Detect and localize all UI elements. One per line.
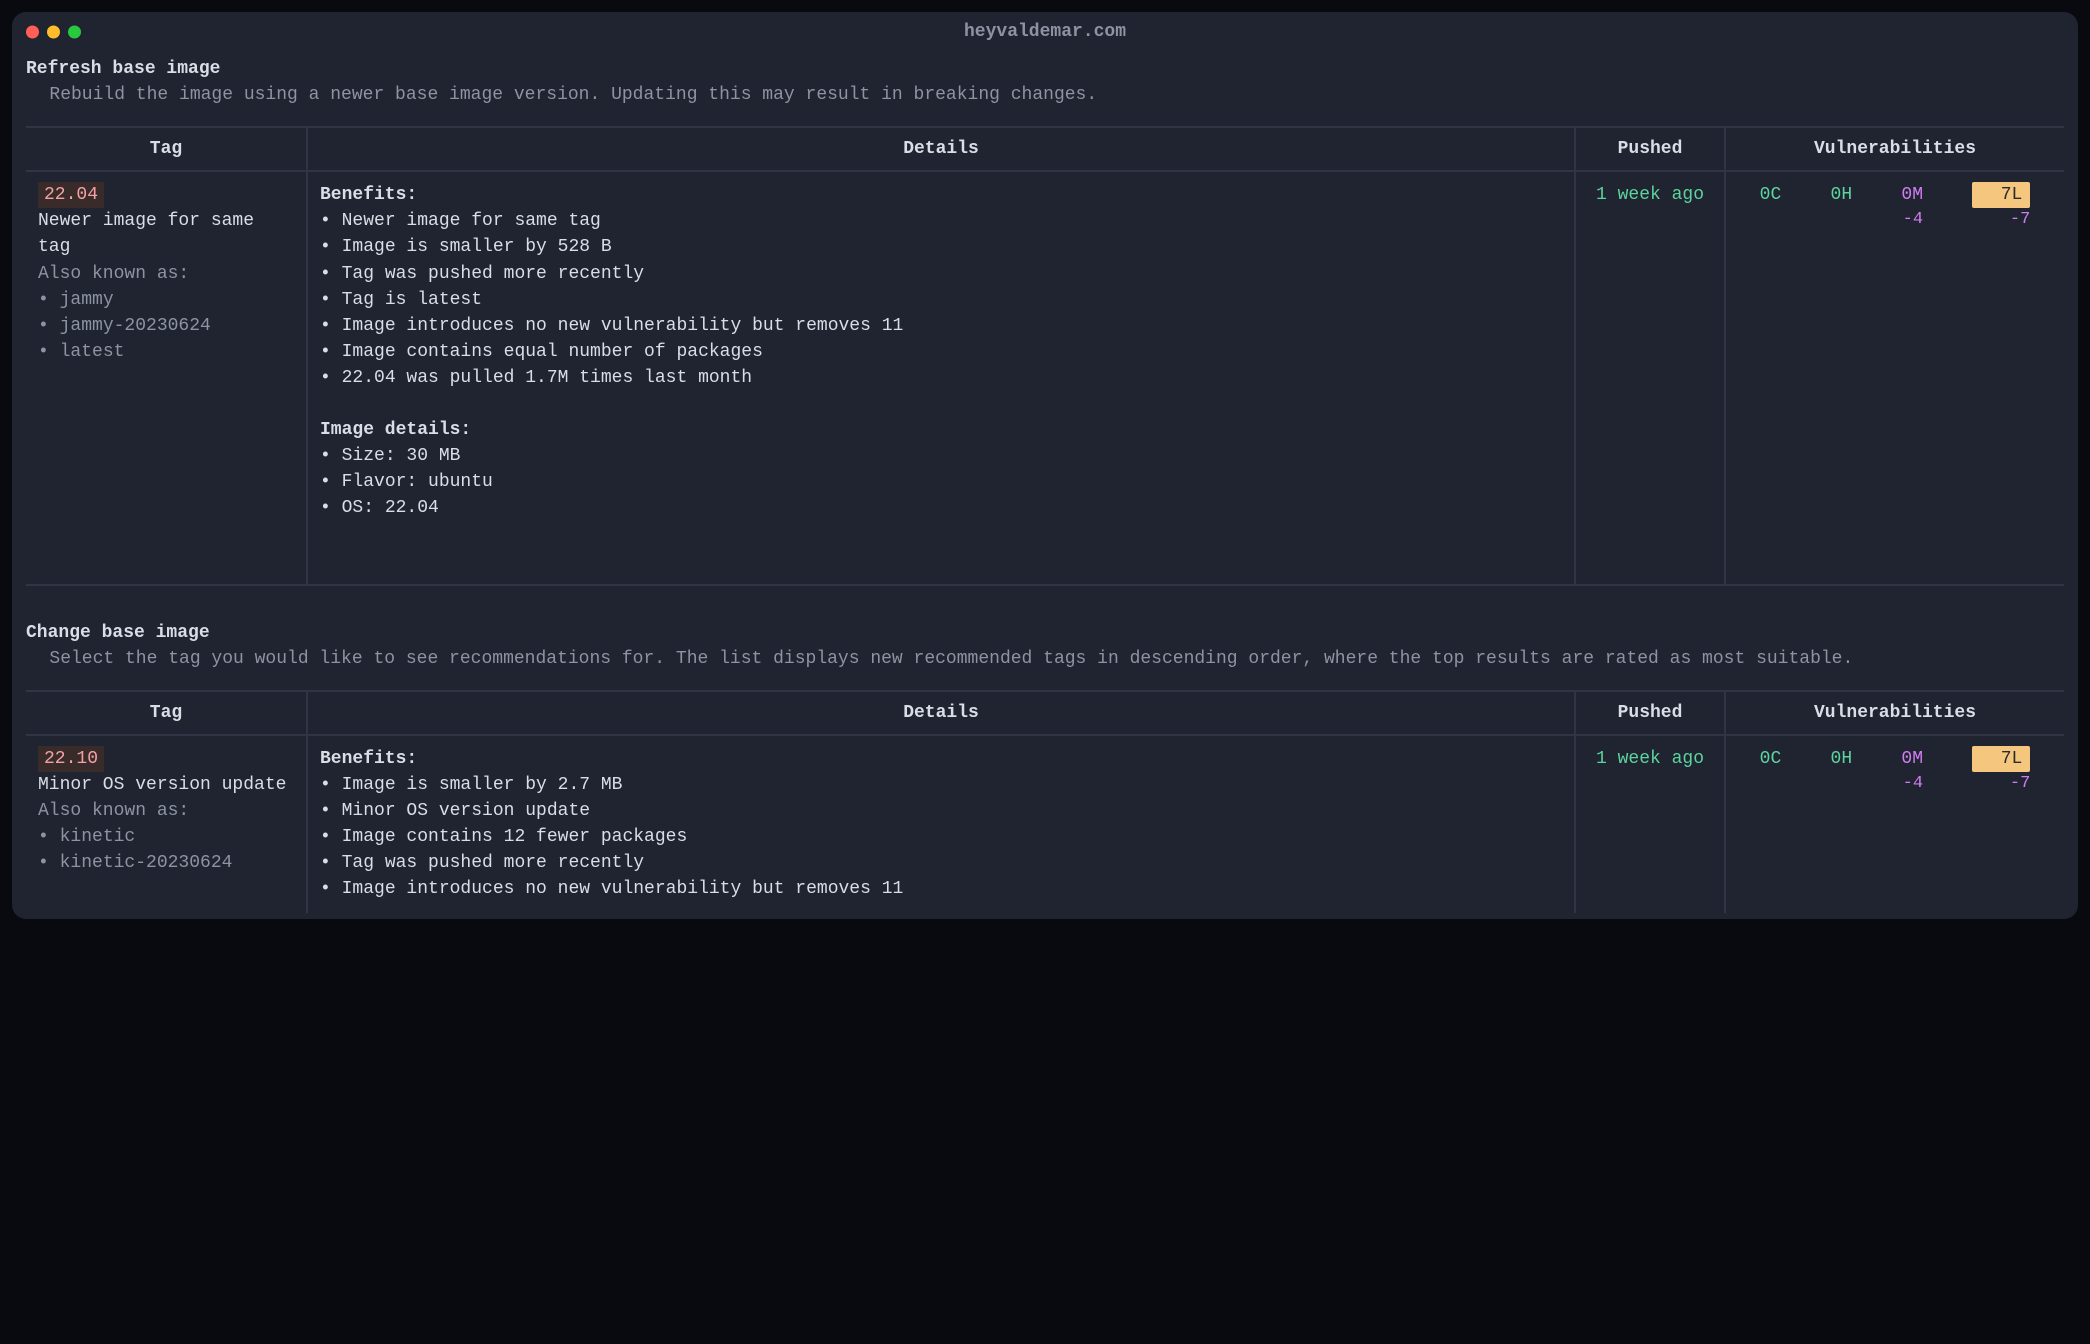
refresh-table: Tag Details Pushed Vulnerabilities 22.04… [26, 126, 2064, 586]
vuln-low: 7L [1972, 182, 2030, 208]
col-details: Details [306, 128, 1574, 172]
vuln-medium-delta: -4 [1903, 772, 1923, 797]
traffic-lights [26, 26, 81, 39]
cell-vulns: 0C 0H 0M -4 7L -7 [1724, 736, 2064, 913]
benefit-item: 22.04 was pulled 1.7M times last month [320, 368, 752, 388]
benefits-label: Benefits: [320, 185, 417, 205]
vuln-medium-delta: -4 [1903, 208, 1923, 233]
vuln-low-block: 7L -7 [1972, 746, 2030, 797]
benefit-item: Image introduces no new vulnerability bu… [320, 316, 903, 336]
tag-alias: jammy [38, 290, 114, 310]
tag-desc: Newer image for same tag [38, 211, 254, 257]
vuln-low-block: 7L -7 [1972, 182, 2030, 233]
section-refresh-desc: Rebuild the image using a newer base ima… [26, 82, 2064, 108]
maximize-icon[interactable] [68, 26, 81, 39]
benefit-item: Newer image for same tag [320, 211, 601, 231]
vuln-low-delta: -7 [2010, 208, 2030, 233]
col-vulns: Vulnerabilities [1724, 692, 2064, 736]
titlebar: heyvaldemar.com [12, 12, 2078, 52]
vuln-critical: 0C [1760, 182, 1782, 208]
tag-alias: jammy-20230624 [38, 316, 211, 336]
cell-details: Benefits: Newer image for same tag Image… [306, 172, 1574, 583]
section-change-title: Change base image [26, 620, 2064, 646]
col-tag: Tag [26, 128, 306, 172]
close-icon[interactable] [26, 26, 39, 39]
table-row[interactable]: 22.10 Minor OS version update Also known… [26, 736, 2064, 913]
cell-details: Benefits: Image is smaller by 2.7 MB Min… [306, 736, 1574, 913]
vuln-medium: 0M [1901, 182, 1923, 208]
aka-label: Also known as: [38, 264, 189, 284]
table-header-row: Tag Details Pushed Vulnerabilities [26, 128, 2064, 172]
vuln-medium: 0M [1901, 746, 1923, 772]
tag-alias: kinetic-20230624 [38, 853, 232, 873]
vuln-high: 0H [1831, 182, 1853, 208]
cell-pushed: 1 week ago [1574, 172, 1724, 583]
cell-tag: 22.04 Newer image for same tag Also know… [26, 172, 306, 583]
terminal-window: heyvaldemar.com Refresh base image Rebui… [12, 12, 2078, 919]
cell-pushed: 1 week ago [1574, 736, 1724, 913]
col-pushed: Pushed [1574, 128, 1724, 172]
benefit-item: Tag was pushed more recently [320, 264, 644, 284]
table-row[interactable]: 22.04 Newer image for same tag Also know… [26, 172, 2064, 583]
col-vulns: Vulnerabilities [1724, 128, 2064, 172]
benefit-item: Tag is latest [320, 290, 482, 310]
benefit-item: Image is smaller by 2.7 MB [320, 775, 622, 795]
cell-tag: 22.10 Minor OS version update Also known… [26, 736, 306, 913]
table-header-row: Tag Details Pushed Vulnerabilities [26, 692, 2064, 736]
image-detail-item: Flavor: ubuntu [320, 472, 493, 492]
col-tag: Tag [26, 692, 306, 736]
vuln-medium-block: 0M -4 [1901, 182, 1923, 233]
benefit-item: Image is smaller by 528 B [320, 237, 612, 257]
vuln-low-delta: -7 [2010, 772, 2030, 797]
section-change-desc: Select the tag you would like to see rec… [26, 646, 2064, 672]
cell-vulns: 0C 0H 0M -4 7L -7 [1724, 172, 2064, 583]
section-refresh-title: Refresh base image [26, 56, 2064, 82]
minimize-icon[interactable] [47, 26, 60, 39]
tag-chip: 22.04 [38, 182, 104, 208]
benefit-item: Image introduces no new vulnerability bu… [320, 879, 903, 899]
benefit-item: Minor OS version update [320, 801, 590, 821]
benefit-item: Image contains 12 fewer packages [320, 827, 687, 847]
tag-alias: latest [38, 342, 124, 362]
tag-alias: kinetic [38, 827, 135, 847]
image-detail-item: Size: 30 MB [320, 446, 460, 466]
change-table: Tag Details Pushed Vulnerabilities 22.10… [26, 690, 2064, 913]
benefits-label: Benefits: [320, 749, 417, 769]
col-pushed: Pushed [1574, 692, 1724, 736]
col-details: Details [306, 692, 1574, 736]
aka-label: Also known as: [38, 801, 189, 821]
tag-desc: Minor OS version update [38, 775, 286, 795]
window-title: heyvaldemar.com [26, 19, 2064, 45]
benefit-item: Tag was pushed more recently [320, 853, 644, 873]
image-details-label: Image details: [320, 420, 471, 440]
vuln-critical: 0C [1760, 746, 1782, 772]
vuln-medium-block: 0M -4 [1901, 746, 1923, 797]
vuln-low: 7L [1972, 746, 2030, 772]
vuln-high: 0H [1831, 746, 1853, 772]
tag-chip: 22.10 [38, 746, 104, 772]
image-detail-item: OS: 22.04 [320, 498, 439, 518]
benefit-item: Image contains equal number of packages [320, 342, 763, 362]
terminal-content: Refresh base image Rebuild the image usi… [12, 52, 2078, 913]
